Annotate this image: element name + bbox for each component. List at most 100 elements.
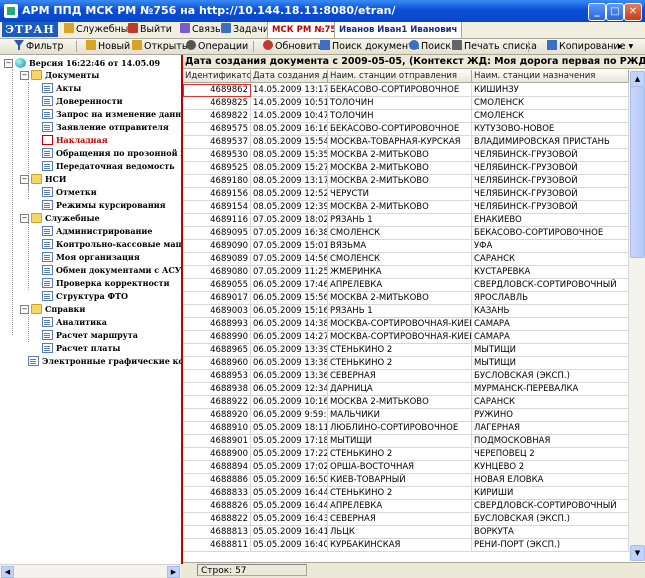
table-cell[interactable]: 4688938 — [183, 383, 251, 396]
table-cell[interactable]: 4689080 — [183, 266, 251, 279]
column-header-id[interactable]: Идентификатор... — [183, 70, 251, 83]
table-cell[interactable]: 08.05.2009 12:39:39 — [251, 201, 328, 214]
table-cell[interactable]: МАЛЬЧИКИ — [328, 409, 472, 422]
tree-item-route-calc[interactable]: Расчет маршрута — [42, 329, 138, 341]
table-cell[interactable]: ДАРНИЦА — [328, 383, 472, 396]
table-cell[interactable]: 07.05.2009 18:02:02 — [251, 214, 328, 227]
table-cell[interactable]: МОСКВА 2-МИТЬКОВО — [328, 175, 472, 188]
table-cell[interactable]: ЛАГЕРНАЯ — [472, 422, 629, 435]
table-row[interactable]: 468982514.05.2009 10:51:20ТОЛОЧИНСМОЛЕНС… — [183, 97, 629, 110]
tree-item-zone-fee-requests[interactable]: Обращения по прозонной плате — [42, 147, 181, 159]
table-cell[interactable]: СМОЛЕНСК — [328, 253, 472, 266]
table-row[interactable]: 468915408.05.2009 12:39:39МОСКВА 2-МИТЬК… — [183, 201, 629, 214]
tree-item-powers[interactable]: Доверенности — [42, 95, 123, 107]
table-cell[interactable]: СМОЛЕНСК — [472, 110, 629, 123]
table-row[interactable]: 468890005.05.2009 17:22:50СТЕНЬКИНО 2ЧЕР… — [183, 448, 629, 461]
table-cell[interactable]: БУСЛОВСКАЯ (ЭКСП.) — [472, 370, 629, 383]
table-row[interactable]: 468915608.05.2009 12:52:25ЧЕРУСТИЧЕЛЯБИН… — [183, 188, 629, 201]
table-cell[interactable]: 06.05.2009 14:27:19 — [251, 331, 328, 344]
table-cell[interactable]: БЕКАСОВО-СОРТИРОВОЧНОЕ — [472, 227, 629, 240]
table-cell[interactable]: 4688822 — [183, 513, 251, 526]
table-cell[interactable]: 4688910 — [183, 422, 251, 435]
table-row[interactable]: 468882205.05.2009 16:43:50СЕВЕРНАЯБУСЛОВ… — [183, 513, 629, 526]
table-cell[interactable]: ОРША-ВОСТОЧНАЯ — [328, 461, 472, 474]
table-cell[interactable]: 4689003 — [183, 305, 251, 318]
tree-item-my-organization[interactable]: Моя организация — [42, 251, 140, 263]
table-cell[interactable]: РЕНИ-ПОРТ (ЭКСП.) — [472, 539, 629, 552]
table-cell[interactable]: 05.05.2009 16:50:21 — [251, 474, 328, 487]
table-cell[interactable]: 4688965 — [183, 344, 251, 357]
table-cell[interactable]: 06.05.2009 9:59:29 — [251, 409, 328, 422]
table-cell[interactable]: ЛЮБЛИНО-СОРТИРОВОЧНОЕ — [328, 422, 472, 435]
tree-item-cash-registers[interactable]: Контрольно-кассовые машины — [42, 238, 181, 250]
table-cell[interactable]: КУНЦЕВО 2 — [472, 461, 629, 474]
table-row[interactable]: 468918008.05.2009 13:17:28МОСКВА 2-МИТЬК… — [183, 175, 629, 188]
table-cell[interactable]: МОСКВА-СОРТИРОВОЧНАЯ-КИЕВСКАЯ — [328, 318, 472, 331]
table-row[interactable]: 468881105.05.2009 16:40:56КУРБАКИНСКАЯРЕ… — [183, 539, 629, 552]
table-row[interactable]: 468953008.05.2009 15:35:59МОСКВА 2-МИТЬК… — [183, 149, 629, 162]
table-cell[interactable]: 4688990 — [183, 331, 251, 344]
table-row[interactable]: 468905506.05.2009 17:46:12АПРЕЛЕВКАСВЕРД… — [183, 279, 629, 292]
operations-button[interactable]: Операции — [186, 40, 248, 53]
table-cell[interactable]: 05.05.2009 17:18:24 — [251, 435, 328, 448]
table-cell[interactable]: ЧЕЛЯБИНСК-ГРУЗОВОЙ — [472, 162, 629, 175]
menu-link[interactable]: Связь — [180, 23, 221, 37]
table-cell[interactable]: 4688901 — [183, 435, 251, 448]
tree-item-electronic-copies[interactable]: Электронные графические копии — [28, 355, 181, 367]
tree-item-administration[interactable]: Администрирование — [42, 225, 152, 237]
table-row[interactable]: 468883305.05.2009 16:44:30СТЕНЬКИНО 2КИР… — [183, 487, 629, 500]
table-row[interactable]: 468892006.05.2009 9:59:29МАЛЬЧИКИРУЖИНО — [183, 409, 629, 422]
table-cell[interactable]: 4688886 — [183, 474, 251, 487]
table-row[interactable]: 468881305.05.2009 16:41:29ЛЬЦКВОРКУТА — [183, 526, 629, 539]
table-cell[interactable]: 07.05.2009 11:25:06 — [251, 266, 328, 279]
table-cell[interactable]: РУЖИНО — [472, 409, 629, 422]
table-cell[interactable]: 4688900 — [183, 448, 251, 461]
column-header-created[interactable]: Дата создания до... — [251, 70, 328, 83]
table-cell[interactable]: 4689862 — [183, 84, 251, 97]
find-document-button[interactable]: Поиск документа — [320, 40, 419, 53]
table-cell[interactable]: 4689156 — [183, 188, 251, 201]
table-cell[interactable]: 4689089 — [183, 253, 251, 266]
table-cell[interactable]: 08.05.2009 15:27:55 — [251, 162, 328, 175]
table-cell[interactable]: 06.05.2009 15:16:02 — [251, 305, 328, 318]
table-cell[interactable]: 4689154 — [183, 201, 251, 214]
menu-exit[interactable]: Выйти — [128, 23, 172, 37]
table-cell[interactable]: 4689017 — [183, 292, 251, 305]
table-row[interactable]: 468899306.05.2009 14:38:59МОСКВА-СОРТИРО… — [183, 318, 629, 331]
table-cell[interactable]: МОСКВА-СОРТИРОВОЧНАЯ-КИЕВСКАЯ — [328, 331, 472, 344]
table-cell[interactable]: 06.05.2009 15:56:07 — [251, 292, 328, 305]
table-cell[interactable]: 4689530 — [183, 149, 251, 162]
table-cell[interactable]: ТОЛОЧИН — [328, 110, 472, 123]
table-row[interactable]: 468909507.05.2009 16:38:16СМОЛЕНСКБЕКАСО… — [183, 227, 629, 240]
tree-folder-references[interactable]: − Справки — [20, 303, 85, 315]
table-cell[interactable]: 4688894 — [183, 461, 251, 474]
tree-item-running-modes[interactable]: Режимы курсирования — [42, 199, 166, 211]
table-cell[interactable]: МУРМАНСК-ПЕРЕВАЛКА — [472, 383, 629, 396]
window-titlebar[interactable]: АРМ ППД МСК РМ №756 на http://10.144.18.… — [0, 0, 645, 22]
collapse-icon[interactable]: − — [20, 71, 29, 80]
table-cell[interactable]: СТЕНЬКИНО 2 — [328, 487, 472, 500]
table-cell[interactable]: АПРЕЛЕВКА — [328, 500, 472, 513]
table-cell[interactable]: САРАНСК — [472, 396, 629, 409]
table-cell[interactable]: БЕКАСОВО-СОРТИРОВОЧНОЕ — [328, 84, 472, 97]
table-cell[interactable]: 05.05.2009 16:40:56 — [251, 539, 328, 552]
collapse-icon[interactable]: − — [20, 214, 29, 223]
table-cell[interactable]: 4689095 — [183, 227, 251, 240]
scroll-up-arrow-icon[interactable]: ▲ — [630, 71, 645, 87]
table-cell[interactable]: РЯЗАНЬ 1 — [328, 305, 472, 318]
table-cell[interactable]: МОСКВА 2-МИТЬКОВО — [328, 162, 472, 175]
table-cell[interactable]: СВЕРДЛОВСК-СОРТИРОВОЧНЫЙ — [472, 500, 629, 513]
minimize-button[interactable]: _ — [588, 3, 606, 21]
table-row[interactable]: 468892206.05.2009 10:16:54МОСКВА 2-МИТЬК… — [183, 396, 629, 409]
table-cell[interactable]: 4688811 — [183, 539, 251, 552]
tree-item-sender-application[interactable]: Заявление отправителя — [42, 121, 169, 133]
table-row[interactable]: 468911607.05.2009 18:02:02РЯЗАНЬ 1ЕНАКИЕ… — [183, 214, 629, 227]
table-cell[interactable]: МОСКВА 2-МИТЬКОВО — [328, 292, 472, 305]
column-header-destination[interactable]: Наим. станции назначения — [472, 70, 629, 83]
table-cell[interactable]: 4689825 — [183, 97, 251, 110]
table-cell[interactable]: 14.05.2009 10:47:47 — [251, 110, 328, 123]
tree-item-transfer-statement[interactable]: Передаточная ведомость — [42, 160, 175, 172]
table-cell[interactable]: 4689525 — [183, 162, 251, 175]
table-cell[interactable]: ЧЕЛЯБИНСК-ГРУЗОВОЙ — [472, 201, 629, 214]
tree-item-marks[interactable]: Отметки — [42, 186, 97, 198]
